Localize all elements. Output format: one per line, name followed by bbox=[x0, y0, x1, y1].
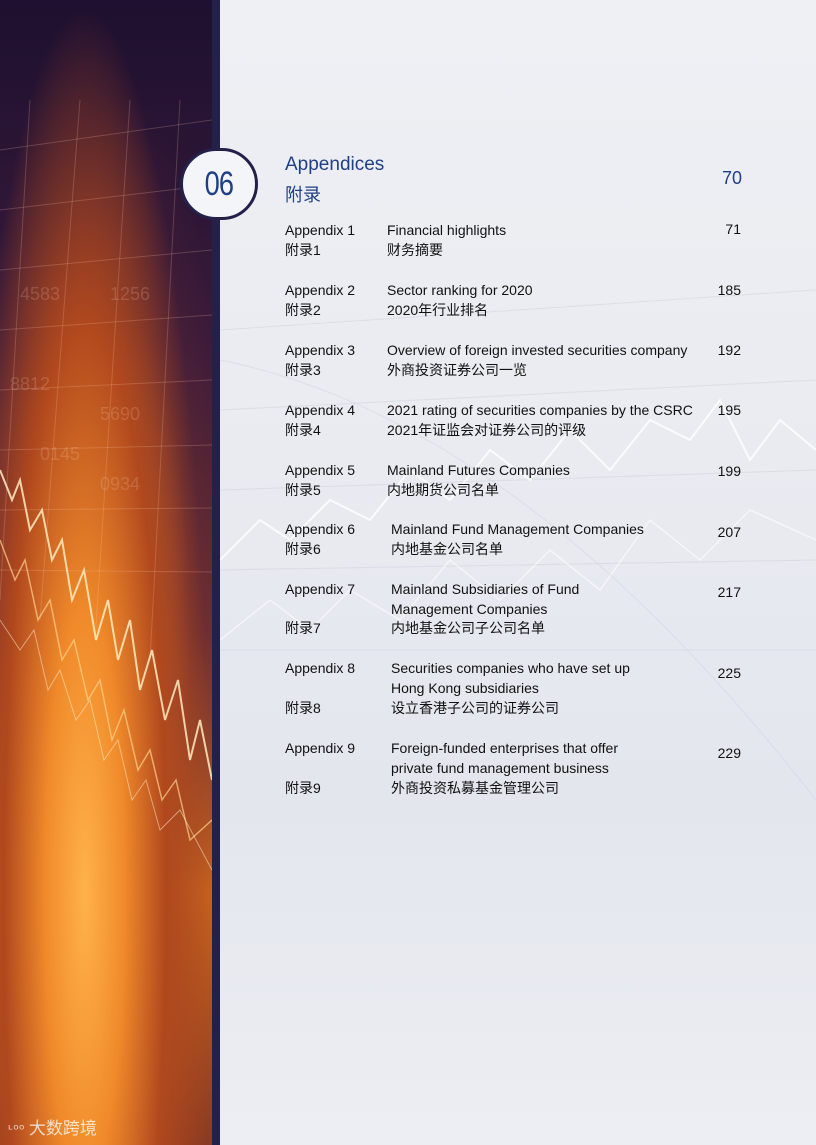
entry-title-cn: 财务摘要 bbox=[387, 242, 443, 258]
watermark-icon: ᶫᵒᵒ bbox=[8, 1122, 25, 1138]
entry-label-en: Appendix 1 bbox=[285, 222, 356, 238]
entry-title-en: Mainland Fund Management Companies bbox=[391, 521, 644, 537]
entry-title-en: Sector ranking for 2020 bbox=[387, 282, 533, 298]
entry-label-en: Appendix 2 bbox=[285, 282, 356, 298]
entry-title-cn: 内地期货公司名单 bbox=[387, 482, 499, 498]
section-title-cn: 附录 bbox=[285, 185, 321, 205]
svg-text:0145: 0145 bbox=[40, 444, 80, 464]
svg-text:4583: 4583 bbox=[20, 284, 60, 304]
entry-label-en: Appendix 6 bbox=[285, 521, 356, 537]
toc-entry[interactable]: Appendix 2 附录2 Sector ranking for 2020 2… bbox=[285, 280, 745, 322]
entry-title-cn: 外商投资证券公司一览 bbox=[387, 362, 527, 378]
entry-page-number: 217 bbox=[717, 584, 741, 600]
entry-page-number: 71 bbox=[725, 221, 741, 237]
entry-title-en-line2: Hong Kong subsidiaries bbox=[391, 680, 539, 696]
entry-title-cn: 外商投资私募基金管理公司 bbox=[391, 780, 559, 796]
section-page-number[interactable]: 70 bbox=[700, 168, 742, 189]
entry-title-en: 2021 rating of securities companies by t… bbox=[387, 402, 693, 418]
entry-page-number: 192 bbox=[717, 342, 741, 358]
entry-label-en: Appendix 5 bbox=[285, 462, 356, 478]
entry-title-en-line1: Securities companies who have set up bbox=[391, 660, 630, 676]
entry-label-cn: 附录1 bbox=[285, 242, 321, 258]
svg-text:0934: 0934 bbox=[100, 474, 140, 494]
toc-entry[interactable]: Appendix 5 附录5 Mainland Futures Companie… bbox=[285, 460, 745, 502]
watermark: ᶫᵒᵒ 大数跨境 bbox=[8, 1114, 97, 1139]
entry-title-en: Financial highlights bbox=[387, 222, 507, 238]
toc-entry[interactable]: Appendix 1 附录1 Financial highlights 财务摘要… bbox=[285, 220, 745, 262]
toc-entry[interactable]: Appendix 9 附录9 Foreign-funded enterprise… bbox=[285, 738, 745, 800]
toc-entry[interactable]: Appendix 8 附录8 Securities companies who … bbox=[285, 658, 745, 720]
entry-page-number: 199 bbox=[717, 463, 741, 479]
toc-entry[interactable]: Appendix 6 附录6 Mainland Fund Management … bbox=[285, 519, 745, 561]
svg-text:1256: 1256 bbox=[110, 284, 150, 304]
entry-label-cn: 附录3 bbox=[285, 362, 321, 378]
entry-title-en-line1: Foreign-funded enterprises that offer bbox=[391, 740, 618, 756]
entry-title-en: Overview of foreign invested securities … bbox=[387, 342, 688, 358]
toc-entry[interactable]: Appendix 3 附录3 Overview of foreign inves… bbox=[285, 340, 745, 382]
entry-label-en: Appendix 4 bbox=[285, 402, 356, 418]
entry-title-en-line2: private fund management business bbox=[391, 760, 609, 776]
entry-page-number: 195 bbox=[717, 402, 741, 418]
toc-entry[interactable]: Appendix 7 附录7 Mainland Subsidiaries of … bbox=[285, 579, 745, 641]
entry-title-cn: 内地基金公司子公司名单 bbox=[391, 620, 545, 636]
chapter-number: 06 bbox=[204, 164, 234, 203]
entry-label-cn: 附录5 bbox=[285, 482, 321, 498]
entry-label-cn: 附录7 bbox=[285, 620, 321, 636]
entry-title-en: Mainland Futures Companies bbox=[387, 462, 570, 478]
entry-label-en: Appendix 9 bbox=[285, 740, 356, 756]
decorative-financial-image: 4583 1256 8812 5690 0145 0934 ᶫᵒᵒ 大数跨境 bbox=[0, 0, 212, 1145]
entry-label-cn: 附录4 bbox=[285, 422, 321, 438]
entry-label-cn: 附录9 bbox=[285, 780, 321, 796]
entry-page-number: 225 bbox=[717, 665, 741, 681]
entry-label-cn: 附录6 bbox=[285, 541, 321, 557]
entry-label-en: Appendix 3 bbox=[285, 342, 356, 358]
entry-label-cn: 附录8 bbox=[285, 700, 321, 716]
entry-title-cn: 2020年行业排名 bbox=[387, 302, 489, 318]
entry-title-cn: 2021年证监会对证券公司的评级 bbox=[387, 422, 587, 438]
entry-title-en-line1: Mainland Subsidiaries of Fund bbox=[391, 581, 580, 597]
entry-page-number: 229 bbox=[717, 745, 741, 761]
entry-label-en: Appendix 7 bbox=[285, 581, 356, 597]
entry-title-cn: 内地基金公司名单 bbox=[391, 541, 503, 557]
entry-label-en: Appendix 8 bbox=[285, 660, 356, 676]
entry-page-number: 185 bbox=[717, 282, 741, 298]
watermark-text: 大数跨境 bbox=[28, 1119, 97, 1139]
entry-title-cn: 设立香港子公司的证券公司 bbox=[391, 700, 559, 716]
chapter-number-badge: 06 bbox=[180, 148, 258, 220]
entry-title-en-line2: Management Companies bbox=[391, 601, 548, 617]
section-title-en: Appendices bbox=[285, 154, 385, 175]
entry-label-cn: 附录2 bbox=[285, 302, 321, 318]
toc-entry[interactable]: Appendix 4 附录4 2021 rating of securities… bbox=[285, 400, 745, 442]
entry-page-number: 207 bbox=[717, 524, 741, 540]
svg-text:5690: 5690 bbox=[100, 404, 140, 424]
svg-text:8812: 8812 bbox=[10, 374, 50, 394]
